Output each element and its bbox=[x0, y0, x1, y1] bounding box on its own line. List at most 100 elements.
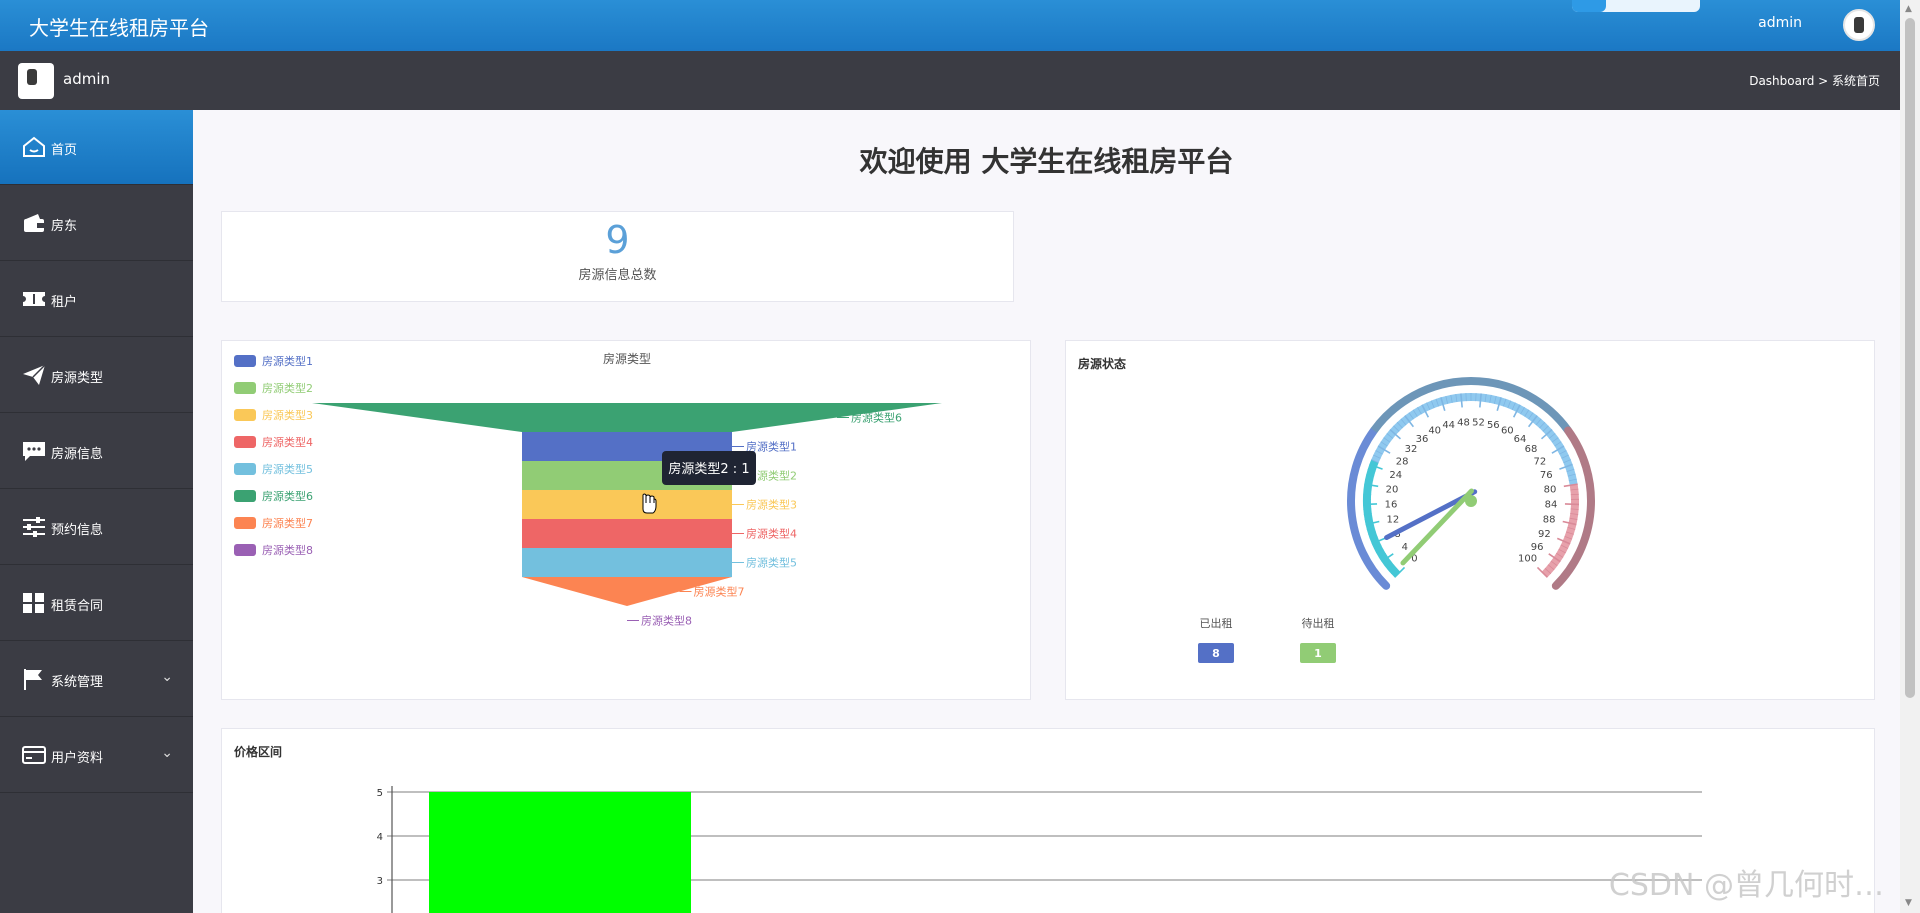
message-icon bbox=[23, 442, 45, 461]
gauge-tick-label: 24 bbox=[1389, 470, 1402, 481]
funnel-legend-swatch[interactable] bbox=[234, 490, 256, 502]
price-bar[interactable] bbox=[429, 792, 691, 913]
sub-username: admin bbox=[63, 70, 110, 88]
funnel-legend-label[interactable]: 房源类型1 bbox=[262, 354, 313, 368]
notification-badge[interactable] bbox=[1572, 0, 1700, 12]
sidebar-item-house-info[interactable]: 房源信息 bbox=[0, 414, 193, 489]
gauge-center bbox=[1465, 495, 1477, 507]
funnel-legend-swatch[interactable] bbox=[234, 382, 256, 394]
funnel-legend-label[interactable]: 房源类型4 bbox=[262, 435, 313, 449]
house-status-gauge-chart[interactable]: 0481216202428323640444852566064687276808… bbox=[1066, 341, 1876, 701]
gauge-tick-label: 72 bbox=[1533, 456, 1546, 467]
funnel-legend-swatch[interactable] bbox=[234, 463, 256, 475]
gauge-tick-label: 32 bbox=[1405, 444, 1418, 455]
breadcrumb[interactable]: Dashboard > 系统首页 bbox=[1749, 72, 1880, 89]
funnel-legend-swatch[interactable] bbox=[234, 355, 256, 367]
sidebar-item-contract[interactable]: 租赁合同 bbox=[0, 566, 193, 641]
scroll-thumb[interactable] bbox=[1905, 18, 1915, 698]
gauge-tick-label: 4 bbox=[1402, 542, 1408, 553]
gauge-tick-label: 16 bbox=[1385, 500, 1398, 511]
sub-header: admin Dashboard > 系统首页 bbox=[0, 51, 1900, 110]
sidebar-item-label: 预约信息 bbox=[51, 523, 104, 538]
user-avatar bbox=[18, 63, 54, 99]
sidebar-item-label: 房源信息 bbox=[51, 447, 104, 462]
sidebar-item-label: 房源类型 bbox=[51, 371, 104, 386]
sidebar-item-home[interactable]: 首页 bbox=[0, 110, 193, 185]
paper-plane-icon bbox=[23, 364, 46, 385]
funnel-tooltip-text: 房源类型2 : 1 bbox=[668, 461, 749, 477]
funnel-legend-swatch[interactable] bbox=[234, 436, 256, 448]
sidebar-item-label: 首页 bbox=[51, 143, 78, 158]
sidebar: 首页 房东 租户 房源类型 房源信息 预约信息 租赁合同 系统管理 ⌄ 用户资料… bbox=[0, 110, 193, 913]
funnel-legend-swatch[interactable] bbox=[234, 517, 256, 529]
sidebar-item-appointment[interactable]: 预约信息 bbox=[0, 490, 193, 565]
funnel-data-label: 房源类型8 bbox=[641, 614, 692, 628]
house-type-chart-card: 房源类型 房源类型1 房源类型2 房源类型3 房源类型4 房源类型5 房源类型6 房源类型7… bbox=[221, 340, 1031, 700]
gauge-tick bbox=[1363, 493, 1372, 496]
scroll-up-icon[interactable]: ▲ bbox=[1905, 4, 1912, 14]
gauge-tick-label: 36 bbox=[1416, 434, 1429, 445]
funnel-segment[interactable] bbox=[522, 548, 732, 577]
funnel-legend-label[interactable]: 房源类型6 bbox=[262, 489, 313, 503]
gauge-tick-label: 76 bbox=[1540, 470, 1553, 481]
gauge-tick-label: 68 bbox=[1525, 444, 1538, 455]
sidebar-item-landlord[interactable]: 房东 bbox=[0, 186, 193, 261]
funnel-legend-swatch[interactable] bbox=[234, 409, 256, 421]
house-type-funnel-chart[interactable]: 房源类型 房源类型1 房源类型2 房源类型3 房源类型4 房源类型5 房源类型6 房源类型7… bbox=[222, 341, 1032, 701]
main-content: 欢迎使用 大学生在线租房平台 9 房源信息总数 房源类型 房源类型1 房源类型2 房… bbox=[193, 110, 1900, 913]
house-status-chart-card: 房源状态 04812162024283236404448525660646872… bbox=[1065, 340, 1875, 700]
page-scrollbar[interactable]: ▲ ▼ bbox=[1900, 0, 1920, 913]
gauge-tick bbox=[1570, 493, 1579, 496]
funnel-data-label: 房源类型5 bbox=[746, 556, 797, 570]
gauge-tick-label: 92 bbox=[1538, 529, 1551, 540]
price-range-title: 价格区间 bbox=[234, 745, 283, 759]
gauge-tick-label: 20 bbox=[1386, 484, 1399, 495]
funnel-segment[interactable] bbox=[522, 519, 732, 548]
funnel-segment[interactable] bbox=[522, 490, 732, 519]
house-count-card: 9 房源信息总数 bbox=[221, 211, 1014, 302]
gauge-tick-label: 12 bbox=[1387, 514, 1400, 525]
price-y-tick-label: 5 bbox=[377, 788, 383, 799]
house-count-value: 9 bbox=[605, 218, 630, 262]
sidebar-item-label: 房东 bbox=[51, 219, 78, 234]
funnel-legend-label[interactable]: 房源类型8 bbox=[262, 543, 313, 557]
gauge-tick-label: 48 bbox=[1457, 417, 1470, 428]
sidebar-item-label: 租赁合同 bbox=[51, 599, 104, 614]
grid-icon bbox=[23, 593, 44, 613]
chevron-down-icon[interactable]: ⌄ bbox=[161, 669, 173, 685]
scroll-down-icon[interactable]: ▼ bbox=[1905, 898, 1912, 908]
sidebar-item-profile[interactable]: 用户资料 ⌄ bbox=[0, 718, 193, 793]
sidebar-item-tenant[interactable]: 租户 bbox=[0, 262, 193, 337]
gauge-tick-label: 44 bbox=[1442, 420, 1455, 431]
sidebar-item-label: 用户资料 bbox=[51, 751, 104, 766]
gauge-legend-label: 待出租 bbox=[1302, 616, 1335, 630]
house-status-title: 房源状态 bbox=[1078, 357, 1127, 371]
gauge-legend-value: 1 bbox=[1314, 647, 1322, 660]
funnel-legend-label[interactable]: 房源类型7 bbox=[262, 516, 313, 530]
header-avatar[interactable] bbox=[1843, 9, 1875, 41]
funnel-legend-label[interactable]: 房源类型5 bbox=[262, 462, 313, 476]
watermark: CSDN @曾几何时… bbox=[1608, 868, 1884, 903]
funnel-title: 房源类型 bbox=[603, 351, 651, 366]
ticket-icon bbox=[23, 292, 45, 306]
gauge-tick-label: 84 bbox=[1545, 500, 1558, 511]
price-y-tick-label: 3 bbox=[377, 876, 383, 887]
funnel-legend-swatch[interactable] bbox=[234, 544, 256, 556]
wallet-icon bbox=[24, 214, 44, 232]
funnel-data-label: 房源类型3 bbox=[746, 498, 797, 512]
sidebar-item-house-type[interactable]: 房源类型 bbox=[0, 338, 193, 413]
chevron-down-icon[interactable]: ⌄ bbox=[161, 745, 173, 761]
card-icon bbox=[22, 746, 46, 764]
gauge-tick-label: 60 bbox=[1501, 426, 1514, 437]
header-username[interactable]: admin bbox=[1758, 15, 1802, 31]
home-icon bbox=[23, 136, 45, 157]
gauge-tick-label: 96 bbox=[1531, 542, 1544, 553]
sidebar-item-system[interactable]: 系统管理 ⌄ bbox=[0, 642, 193, 717]
gauge-tick-label: 88 bbox=[1543, 514, 1556, 525]
app-title: 大学生在线租房平台 bbox=[29, 16, 209, 40]
funnel-legend-label[interactable]: 房源类型3 bbox=[262, 408, 313, 422]
sidebar-item-label: 租户 bbox=[51, 295, 78, 310]
gauge-tick-label: 56 bbox=[1487, 420, 1500, 431]
funnel-legend-label[interactable]: 房源类型2 bbox=[262, 381, 313, 395]
flag-icon bbox=[24, 669, 42, 690]
